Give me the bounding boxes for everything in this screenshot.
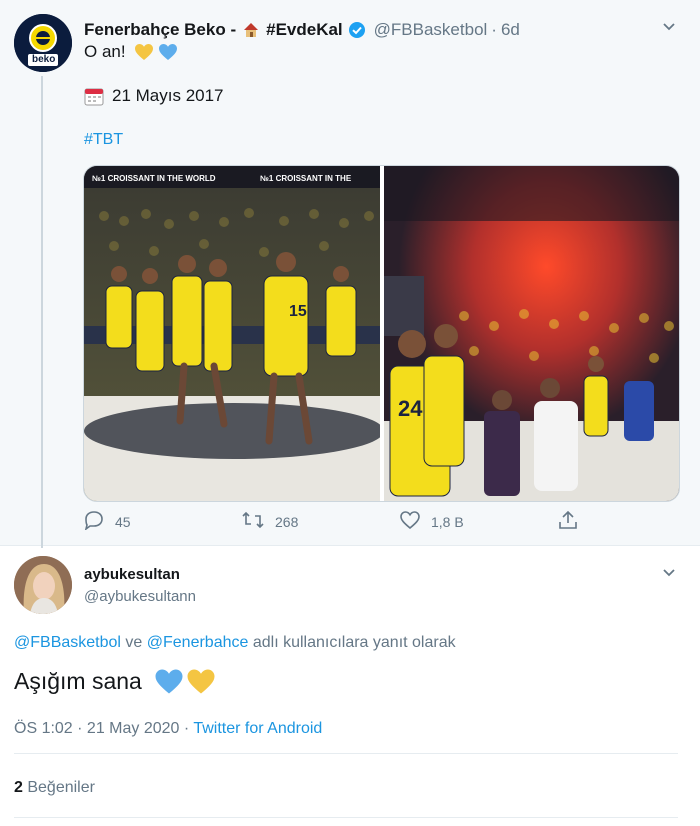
jersey-number-15: 15	[289, 303, 307, 320]
reply-icon	[83, 510, 105, 533]
fenerbahce-avatar[interactable]: beko	[14, 14, 72, 72]
reply-button[interactable]: 45	[83, 510, 131, 533]
tweet-time[interactable]: 6d	[501, 20, 520, 40]
calendar-icon	[84, 86, 104, 106]
tbt-hashtag[interactable]: #TBT	[84, 131, 123, 149]
share-icon	[557, 510, 579, 533]
reply-author-handle[interactable]: @aybukesultann	[84, 588, 196, 605]
avatar-brand-text: beko	[32, 54, 56, 65]
mention-fenerbahce[interactable]: @Fenerbahce	[147, 634, 249, 651]
blue-heart-icon	[158, 43, 178, 61]
reply-source[interactable]: Twitter for Android	[193, 720, 322, 737]
verified-badge-icon	[348, 21, 366, 39]
author-hashtag[interactable]: #EvdeKal	[266, 20, 343, 40]
likes-count: 2	[14, 779, 23, 796]
author-handle[interactable]: @FBBasketbol	[374, 20, 488, 40]
replying-to-line: @FBBasketbol ve @Fenerbahce adlı kullanı…	[14, 634, 456, 652]
aybukesultan-avatar[interactable]	[14, 556, 72, 614]
tweet-actions: 45 268 1,8 B	[83, 510, 593, 536]
jersey-number-24: 24	[398, 396, 423, 421]
divider	[14, 753, 678, 754]
reply-author-name[interactable]: aybukesultan	[84, 566, 180, 583]
celebration-photo-left[interactable]: №1 CROISSANT IN THE WORLD №1 CROISSANT I…	[84, 166, 380, 501]
banner-text-2: №1 CROISSANT IN THE	[260, 174, 352, 183]
retweet-icon	[241, 510, 265, 533]
like-button[interactable]: 1,8 B	[399, 510, 464, 533]
share-button[interactable]	[557, 510, 579, 533]
tweet-body: O an!	[84, 42, 126, 61]
likes-summary[interactable]: 2 Beğeniler	[14, 779, 95, 797]
like-count: 1,8 B	[431, 513, 464, 530]
yellow-heart-icon	[134, 43, 154, 61]
yellow-heart-icon	[186, 668, 216, 695]
celebration-photo-right[interactable]: 24	[384, 166, 679, 501]
chevron-down-icon[interactable]	[662, 20, 676, 39]
original-tweet[interactable]: beko Fenerbahçe Beko - #EvdeKal @FBBaske…	[0, 0, 700, 548]
thread-line	[41, 76, 43, 548]
reply-chevron-down-icon[interactable]	[662, 566, 676, 585]
divider	[14, 817, 678, 818]
reply-count: 45	[115, 513, 131, 530]
heart-icon	[399, 510, 421, 533]
tweet-text: O an!	[84, 42, 178, 62]
mention-fbbasketbol[interactable]: @FBBasketbol	[14, 634, 121, 651]
retweet-count: 268	[275, 513, 299, 530]
tweet-media[interactable]: №1 CROISSANT IN THE WORLD №1 CROISSANT I…	[83, 165, 680, 502]
retweet-button[interactable]: 268	[241, 510, 298, 533]
reply-joiner: ve	[120, 634, 147, 651]
reply-timestamp[interactable]: ÖS 1:02 · 21 May 2020 ·	[14, 720, 193, 737]
author-name[interactable]: Fenerbahçe Beko -	[84, 20, 236, 40]
reply-body: Aşığım sana	[14, 668, 142, 694]
date-line: 21 Mayıs 2017	[84, 86, 224, 106]
blue-heart-icon	[154, 668, 184, 695]
likes-label: Beğeniler	[22, 779, 95, 796]
separator-dot: ·	[491, 20, 497, 39]
banner-text-1: №1 CROISSANT IN THE WORLD	[92, 174, 216, 183]
tweet-header: Fenerbahçe Beko - #EvdeKal @FBBasketbol …	[84, 18, 520, 42]
reply-meta: ÖS 1:02 · 21 May 2020 · Twitter for Andr…	[14, 720, 322, 738]
reply-suffix: adlı kullanıcılara yanıt olarak	[248, 634, 456, 651]
date-text: 21 Mayıs 2017	[112, 86, 224, 105]
reply-text: Aşığım sana	[14, 668, 216, 695]
house-icon	[242, 21, 260, 39]
